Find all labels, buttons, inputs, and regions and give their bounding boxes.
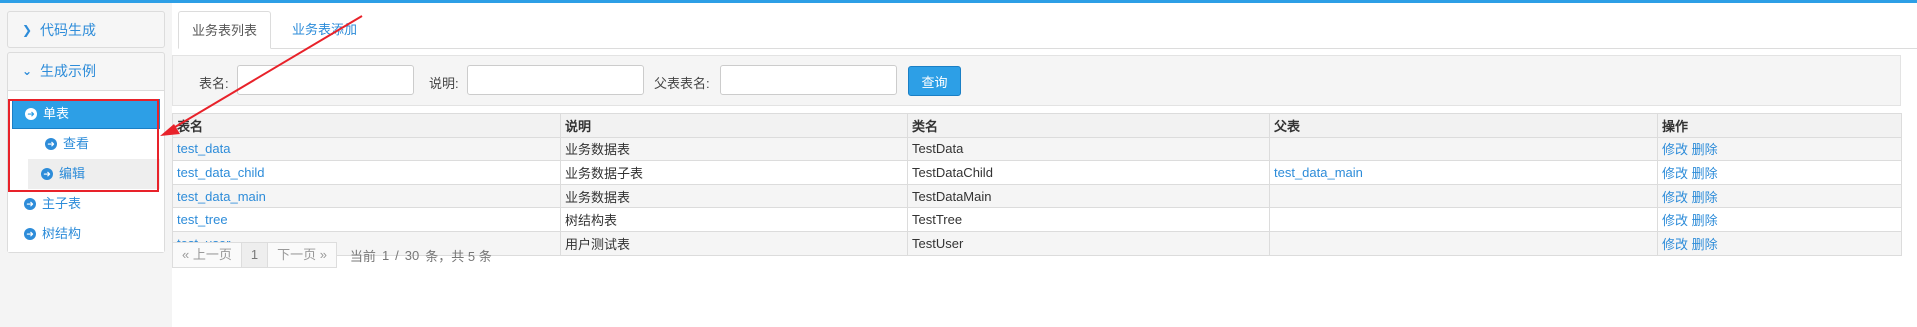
chevron-right-icon: ❯	[22, 23, 33, 37]
search-form: 表名: 说明: 父表表名: 查询	[172, 55, 1901, 106]
sidebar-item-view[interactable]: ➜ 查看	[8, 129, 164, 159]
sidebar-item-label: 编辑	[59, 166, 86, 181]
cell-description: 业务数据表	[560, 136, 908, 162]
arrow-circle-right-icon: ➜	[24, 228, 36, 240]
pagination: « 上一页 1 下一页 » 当前 1 / 30 条，共 5 条	[172, 242, 495, 268]
delete-link[interactable]: 删除	[1692, 213, 1718, 228]
arrow-circle-right-icon: ➜	[25, 108, 37, 120]
delete-link[interactable]: 删除	[1692, 190, 1718, 205]
table-name-label: 表名:	[199, 76, 229, 91]
edit-link[interactable]: 修改	[1662, 166, 1688, 181]
table-name-link[interactable]: test_data_main	[177, 189, 266, 204]
sidebar-item-label: 主子表	[42, 196, 82, 211]
tab-bar: 业务表列表 业务表添加	[178, 11, 1917, 49]
parent-table-link[interactable]: test_data_main	[1274, 165, 1363, 180]
cell-actions: 修改 删除	[1657, 136, 1902, 162]
arrow-circle-right-icon: ➜	[24, 198, 36, 210]
cell-actions: 修改 删除	[1657, 207, 1902, 232]
sidebar-item-label: 查看	[63, 136, 90, 151]
edit-link[interactable]: 修改	[1662, 237, 1688, 252]
sidebar: ❯ 代码生成 ⌄ 生成示例 ➜ 单表 ➜ 查看 ➜ 编辑 ➜ 主子表 ➜ 树结构	[0, 3, 172, 327]
query-button[interactable]: 查询	[908, 66, 961, 96]
panel-code-generation: ❯ 代码生成	[7, 11, 165, 48]
column-header-parent: 父表	[1269, 113, 1658, 138]
table-row: test_tree 树结构表 TestTree 修改 删除	[172, 207, 1902, 232]
delete-link[interactable]: 删除	[1692, 142, 1718, 157]
cell-parent	[1269, 136, 1658, 162]
delete-link[interactable]: 删除	[1692, 237, 1718, 252]
panel-examples: ⌄ 生成示例 ➜ 单表 ➜ 查看 ➜ 编辑 ➜ 主子表 ➜ 树结构	[7, 52, 165, 253]
pagination-info: 当前 1 / 30 条，共 5 条	[347, 246, 495, 265]
table-header-row: 表名 说明 类名 父表 操作	[172, 113, 1902, 138]
cell-class: TestDataChild	[907, 160, 1270, 185]
chevron-down-icon: ⌄	[22, 64, 33, 78]
panel-code-generation-title: 代码生成	[40, 22, 96, 38]
main-content: 业务表列表 业务表添加 表名: 说明: 父表表名: 查询 表名 说明 类名 父表…	[172, 3, 1917, 327]
column-header-description: 说明	[560, 113, 908, 138]
column-header-actions: 操作	[1657, 113, 1902, 138]
panel-examples-title: 生成示例	[40, 63, 96, 79]
column-header-class: 类名	[907, 113, 1270, 138]
panel-examples-header[interactable]: ⌄ 生成示例	[8, 53, 164, 90]
cell-description: 树结构表	[560, 207, 908, 232]
cell-actions: 修改 删除	[1657, 160, 1902, 185]
table-name-link[interactable]: test_tree	[177, 212, 228, 227]
cell-actions: 修改 删除	[1657, 183, 1902, 209]
panel-examples-body: ➜ 单表 ➜ 查看 ➜ 编辑 ➜ 主子表 ➜ 树结构	[8, 90, 164, 252]
table-name-input[interactable]	[237, 65, 414, 95]
table-row: test_data_child 业务数据子表 TestDataChild tes…	[172, 160, 1902, 185]
page-input[interactable]: 1	[382, 248, 389, 263]
edit-link[interactable]: 修改	[1662, 190, 1688, 205]
cell-parent	[1269, 207, 1658, 232]
edit-link[interactable]: 修改	[1662, 142, 1688, 157]
table-row: test_data 业务数据表 TestData 修改 删除	[172, 136, 1902, 162]
cell-class: TestUser	[907, 230, 1270, 256]
cell-parent: test_data_main	[1269, 160, 1658, 185]
cell-description: 业务数据子表	[560, 160, 908, 185]
cell-class: TestData	[907, 136, 1270, 162]
cell-description: 业务数据表	[560, 183, 908, 209]
table-name-link[interactable]: test_data_child	[177, 165, 264, 180]
column-header-name[interactable]: 表名	[172, 113, 561, 138]
arrow-circle-right-icon: ➜	[41, 168, 53, 180]
tab-table-add[interactable]: 业务表添加	[279, 11, 370, 49]
sidebar-item-label: 单表	[43, 106, 70, 121]
cell-class: TestDataMain	[907, 183, 1270, 209]
delete-link[interactable]: 删除	[1692, 166, 1718, 181]
cell-parent	[1269, 230, 1658, 256]
arrow-circle-right-icon: ➜	[45, 138, 57, 150]
sidebar-item-label: 树结构	[42, 226, 82, 241]
current-label: 当前	[349, 248, 376, 264]
table-row: test_data_main 业务数据表 TestDataMain 修改 删除	[172, 183, 1902, 209]
sidebar-item-edit[interactable]: ➜ 编辑	[28, 159, 160, 189]
page-number-current[interactable]: 1	[241, 242, 269, 268]
table-name-link[interactable]: test_data	[177, 141, 231, 156]
page-size-input[interactable]: 30	[405, 248, 419, 263]
cell-actions: 修改 删除	[1657, 230, 1902, 256]
next-page-button[interactable]: 下一页 »	[268, 242, 337, 268]
panel-code-generation-header[interactable]: ❯ 代码生成	[8, 12, 164, 49]
page-slash: /	[395, 247, 399, 263]
prev-page-button[interactable]: « 上一页	[172, 242, 242, 268]
sidebar-item-single-table[interactable]: ➜ 单表	[12, 99, 160, 129]
table-list: 表名 说明 类名 父表 操作 test_data 业务数据表 TestData …	[172, 113, 1902, 256]
cell-class: TestTree	[907, 207, 1270, 232]
tab-table-list[interactable]: 业务表列表	[178, 11, 272, 49]
sidebar-item-master-detail[interactable]: ➜ 主子表	[8, 189, 164, 219]
total-count: 条，共 5 条	[425, 248, 492, 264]
description-label: 说明:	[429, 76, 459, 91]
parent-table-label: 父表表名:	[654, 76, 710, 91]
cell-description: 用户测试表	[560, 230, 908, 256]
cell-parent	[1269, 183, 1658, 209]
parent-table-input[interactable]	[720, 65, 897, 95]
sidebar-item-tree[interactable]: ➜ 树结构	[8, 219, 164, 249]
description-input[interactable]	[467, 65, 644, 95]
edit-link[interactable]: 修改	[1662, 213, 1688, 228]
